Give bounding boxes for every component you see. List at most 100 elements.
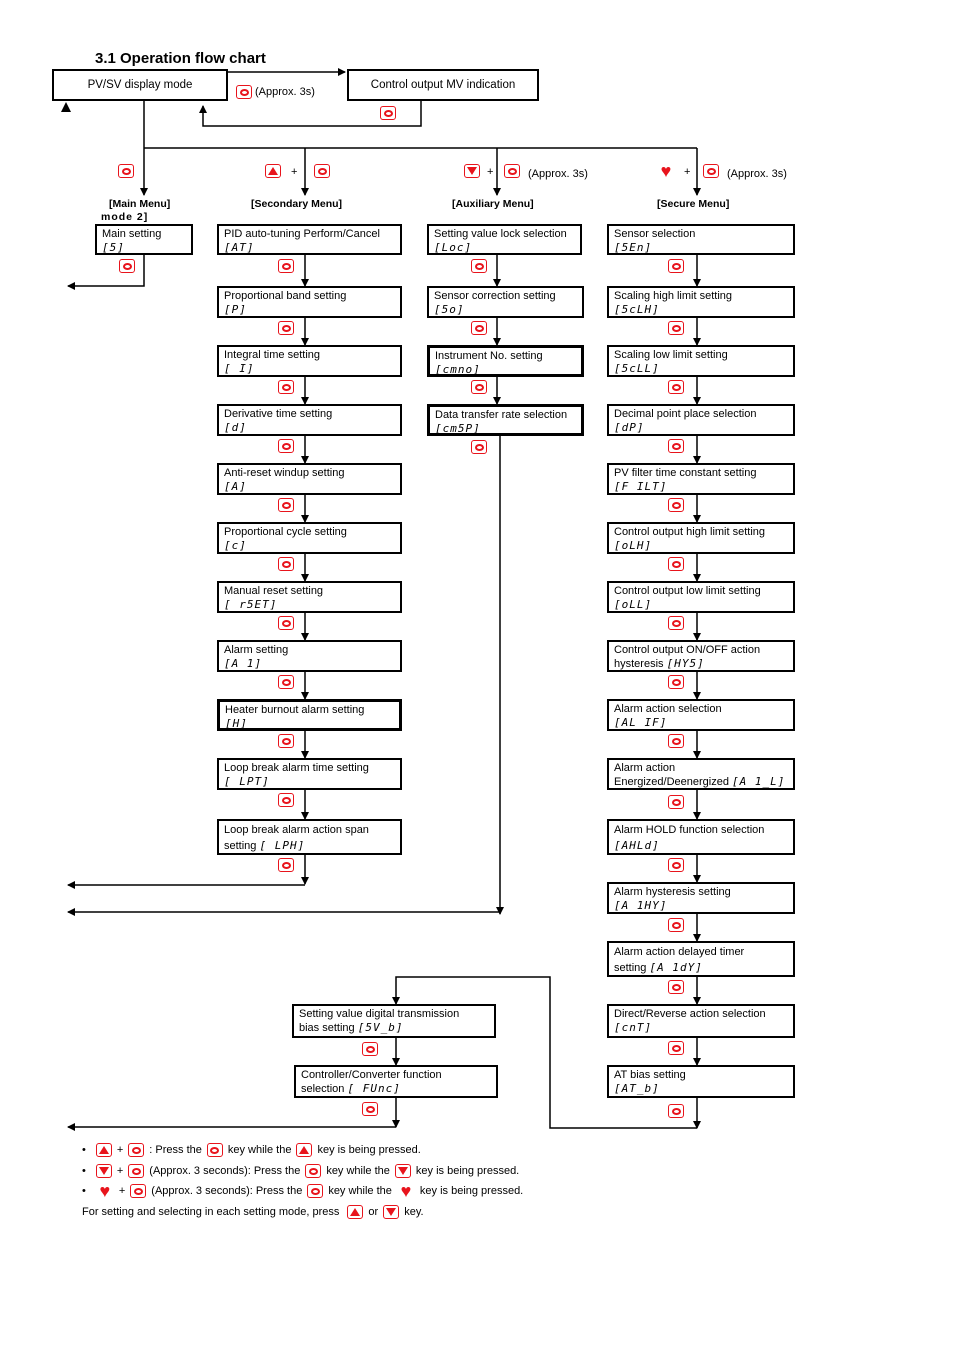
mode-key-icon — [471, 321, 487, 335]
menu-item-sensor-selection[interactable]: Sensor selection [5En] — [607, 224, 795, 255]
secure-to-extra — [392, 976, 697, 1129]
item-label: Decimal point place selection — [614, 408, 757, 420]
menu-item-direct-reverse[interactable]: Direct/Reverse action selection [cnT] — [607, 1004, 795, 1038]
item-code: [5V_b] — [357, 1021, 404, 1034]
page-title: 3.1 Operation flow chart — [95, 50, 266, 67]
legend-text: (Approx. 3 seconds): Press the — [149, 1165, 301, 1177]
menu-item-onoff-hysteresis[interactable]: Control output ON/OFF action hysteresis [… — [607, 640, 795, 672]
mode-key-icon — [703, 164, 719, 178]
approx-3s-note: (Approx. 3s) — [255, 86, 315, 98]
menu-item-lock-selection[interactable]: Setting value lock selection [Loc] — [427, 224, 582, 255]
item-code: [5] — [102, 241, 125, 254]
mode-key-icon — [128, 1143, 145, 1157]
menu-item-loop-break-time[interactable]: Loop break alarm time setting[ LPT] — [217, 758, 402, 790]
item-code: [HY5] — [666, 657, 705, 670]
legend-line-4: For setting and selecting in each settin… — [82, 1203, 424, 1221]
mode-key-icon — [278, 380, 294, 394]
menu-item-alarm-action[interactable]: Alarm action selection [AL IF] — [607, 699, 795, 731]
item-code: [ FUnc] — [347, 1082, 401, 1095]
item-code: [c] — [224, 539, 247, 552]
menu-item-pid-autotuning[interactable]: PID auto-tuning Perform/Cancel [AT] — [217, 224, 402, 255]
item-code: [AT_b] — [614, 1082, 660, 1095]
main-menu-header-line2: mode 2] — [101, 211, 149, 223]
menu-item-derivative-time[interactable]: Derivative time setting [d] — [217, 404, 402, 436]
menu-item-sv-transmission-bias[interactable]: Setting value digital transmission bias s… — [292, 1004, 496, 1038]
menu-item-proportional-cycle[interactable]: Proportional cycle setting [c] — [217, 522, 402, 554]
item-label: Scaling low limit setting — [614, 349, 728, 361]
down-key-icon — [95, 1164, 112, 1178]
mode-key-icon — [668, 918, 684, 932]
menu-item-alarm-hold[interactable]: Alarm HOLD function selection [AHLd] — [607, 819, 795, 855]
item-label: Sensor correction setting — [434, 290, 556, 302]
item-code: [5cLH] — [614, 303, 660, 316]
approx-3s-note: (Approx. 3s) — [727, 168, 787, 180]
menu-item-scaling-high[interactable]: Scaling high limit setting [5cLH] — [607, 286, 795, 318]
bullet: • — [82, 1165, 86, 1177]
mode-key-icon — [471, 440, 487, 454]
mode-key-icon — [504, 164, 520, 178]
menu-item-at-bias[interactable]: AT bias setting [AT_b] — [607, 1065, 795, 1098]
menu-item-manual-reset[interactable]: Manual reset setting[ r5ET] — [217, 581, 402, 613]
mode-key-icon — [668, 259, 684, 273]
menu-item-loop-break-span[interactable]: Loop break alarm action span setting [ LP… — [217, 819, 402, 855]
mode-key-icon — [471, 259, 487, 273]
item-label: Loop break alarm action span — [224, 824, 369, 836]
item-label: PV filter time constant setting — [614, 467, 757, 479]
legend-text: For setting and selecting in each settin… — [82, 1206, 340, 1218]
item-code: [ r5ET] — [224, 598, 278, 611]
menu-item-output-low-limit[interactable]: Control output low limit setting [oLL] — [607, 581, 795, 613]
legend-line-1: • + : Press the key while the key is bei… — [82, 1141, 421, 1159]
mode-key-icon — [668, 616, 684, 630]
mode-key-icon — [278, 858, 294, 872]
menu-item-sensor-correction[interactable]: Sensor correction setting [5o] — [427, 286, 584, 318]
menu-item-pv-filter[interactable]: PV filter time constant setting [F ILT] — [607, 463, 795, 495]
mode-key-icon — [668, 498, 684, 512]
menu-item-scaling-low[interactable]: Scaling low limit setting [5cLL] — [607, 345, 795, 377]
menu-item-main-setting[interactable]: Main setting [5] — [95, 224, 193, 255]
legend-text: key while the — [326, 1165, 390, 1177]
heart-key-icon: ♥ — [400, 1181, 412, 1201]
menu-item-output-high-limit[interactable]: Control output high limit setting [oLH] — [607, 522, 795, 554]
menu-item-alarm-setting[interactable]: Alarm setting [A 1] — [217, 640, 402, 672]
mode-key-icon — [380, 106, 396, 120]
menu-item-data-transfer-rate[interactable]: Data transfer rate selection [cm5P] — [427, 404, 584, 436]
menu-item-controller-converter[interactable]: Controller/Converter function selection [… — [294, 1065, 498, 1098]
mode-key-icon — [471, 380, 487, 394]
mode-key-icon — [278, 734, 294, 748]
item-label: AT bias setting — [614, 1069, 686, 1081]
legend-text: (Approx. 3 seconds): Press the — [151, 1185, 303, 1197]
item-label: Alarm hysteresis setting — [614, 886, 731, 898]
legend-line-2: • + (Approx. 3 seconds): Press the key w… — [82, 1162, 519, 1180]
menu-item-integral-time[interactable]: Integral time setting[ I] — [217, 345, 402, 377]
item-label: Data transfer rate selection — [435, 409, 568, 421]
item-code: [ I] — [224, 362, 255, 375]
mv-indication-box[interactable]: Control output MV indication — [347, 69, 539, 101]
down-key-icon — [383, 1205, 400, 1219]
menu-item-alarm-hysteresis[interactable]: Alarm hysteresis setting [A 1HY] — [607, 882, 795, 914]
pvsv-display-mode-box[interactable]: PV/SV display mode — [52, 69, 228, 101]
item-label: Alarm action delayed timer — [614, 946, 745, 958]
legend-text: key. — [404, 1206, 424, 1218]
mode-key-icon — [278, 616, 294, 630]
mode-key-icon — [668, 439, 684, 453]
menu-item-alarm-delay-timer[interactable]: Alarm action delayed timer setting [A 1dY… — [607, 941, 795, 977]
mode-key-icon — [668, 734, 684, 748]
menu-item-heater-burnout-alarm[interactable]: Heater burnout alarm setting [H] — [217, 699, 402, 731]
approx-3s-note: (Approx. 3s) — [528, 168, 588, 180]
item-code: [P] — [224, 303, 247, 316]
item-label: Alarm setting — [224, 644, 289, 656]
item-code: [A 1dY] — [649, 961, 703, 974]
menu-item-anti-reset-windup[interactable]: Anti-reset windup setting [A] — [217, 463, 402, 495]
menu-item-proportional-band[interactable]: Proportional band setting [P] — [217, 286, 402, 318]
item-label: Sensor selection — [614, 228, 696, 240]
auxiliary-menu-header: [Auxiliary Menu] — [452, 198, 534, 210]
item-label: Derivative time setting — [224, 408, 333, 420]
menu-item-decimal-point[interactable]: Decimal point place selection [dP] — [607, 404, 795, 436]
mode-key-icon — [307, 1184, 324, 1198]
item-label: Main setting — [102, 228, 162, 240]
item-label-2: setting — [224, 840, 257, 852]
item-code: [A 1] — [224, 657, 263, 670]
mode-key-icon — [362, 1042, 378, 1056]
menu-item-instrument-no[interactable]: Instrument No. setting [cmno] — [427, 345, 584, 377]
menu-item-alarm-energized[interactable]: Alarm action Energized/Deenergized [A 1_L… — [607, 758, 795, 790]
